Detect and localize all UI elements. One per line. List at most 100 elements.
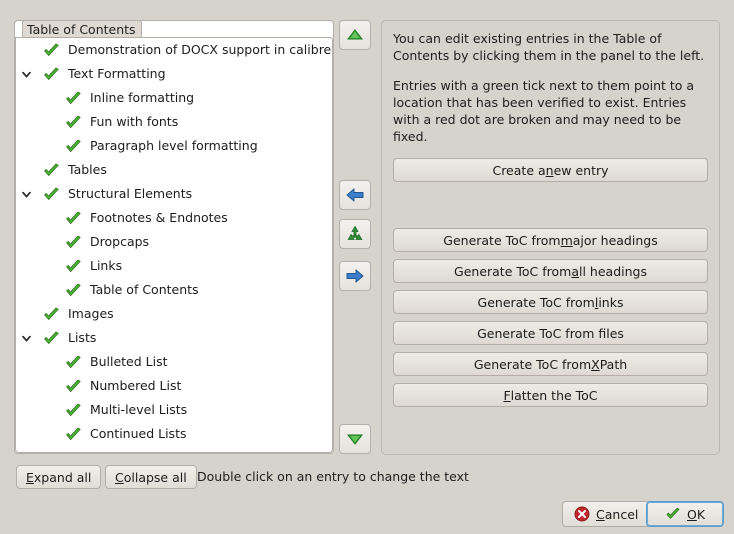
label-accel: a [571,264,579,279]
generate-toc-major-headings-button[interactable]: Generate ToC from major headings [393,228,708,252]
green-tick-icon [65,282,82,299]
green-tick-icon [65,354,82,371]
green-tick-icon [43,330,60,347]
move-up-button[interactable] [339,20,371,50]
toc-entry[interactable]: Structural Elements [16,182,332,206]
label-before: Create a [492,163,545,178]
toc-entry[interactable]: Bulleted List [16,350,332,374]
label-after: ollapse all [124,470,187,485]
green-tick-icon [43,162,60,179]
toc-entry[interactable]: Inline formatting [16,86,332,110]
toc-group-title: Table of Contents [22,20,142,37]
flatten-toc-button[interactable]: Flatten the ToC [393,383,708,407]
label-accel: X [591,357,600,372]
green-tick-icon [65,138,82,155]
green-tick-icon [65,210,82,227]
green-tick-icon [43,66,60,83]
toc-entry-label: Continued Lists [90,426,186,442]
move-left-button[interactable] [339,180,371,210]
generate-toc-files-button[interactable]: Generate ToC from files [393,321,708,345]
chevron-down-icon[interactable] [16,326,36,350]
green-tick-icon [65,378,82,395]
green-tick-icon [65,114,82,131]
toc-entry[interactable]: Multi-level Lists [16,398,332,422]
generate-toc-links-button[interactable]: Generate ToC from links [393,290,708,314]
toc-entry[interactable]: Images [16,302,332,326]
cancel-button[interactable]: Cancel [562,501,650,527]
label-after: xpand all [34,470,91,485]
toc-entry[interactable]: Fun with fonts [16,110,332,134]
remove-button[interactable] [339,219,371,249]
toc-entry[interactable]: Links [16,254,332,278]
toc-entry-label: Links [90,258,122,274]
create-new-entry-button[interactable]: Create a new entry [393,158,708,182]
toc-entry-label: Images [68,306,114,322]
generate-toc-xpath-button[interactable]: Generate ToC from XPath [393,352,708,376]
label-before: Generate ToC from [454,264,571,279]
label-accel: C [115,470,124,485]
toc-toolbar [339,20,371,454]
move-right-button[interactable] [339,261,371,291]
ok-button[interactable]: OK [646,501,724,527]
help-text: You can edit existing entries in the Tab… [393,30,708,145]
label-before: Generate ToC from [474,357,591,372]
label-after: ew entry [554,163,609,178]
toc-entry-label: Tables [68,162,107,178]
toc-entry[interactable]: Table of Contents [16,278,332,302]
label-accel: O [687,507,697,522]
help-paragraph-2: Entries with a green tick next to them p… [393,77,708,145]
label-after: ancel [605,507,639,522]
toc-entry-label: Multi-level Lists [90,402,187,418]
green-tick-icon [43,186,60,203]
checkmark-icon [665,506,681,522]
label-after: ajor headings [573,233,658,248]
toc-entry[interactable]: Numbered List [16,374,332,398]
label-after: inks [598,295,623,310]
toc-entry[interactable]: Paragraph level formatting [16,134,332,158]
green-tick-icon [65,402,82,419]
label-accel: n [546,163,554,178]
cancel-label: Cancel [596,507,638,522]
toc-entry[interactable]: Demonstration of DOCX support in calibre [16,38,332,62]
label-after: ll headings [579,264,647,279]
toc-entry-label: Demonstration of DOCX support in calibre [68,42,331,58]
label-accel: C [596,507,605,522]
toc-tree[interactable]: Demonstration of DOCX support in calibre… [15,37,333,453]
chevron-down-icon[interactable] [16,182,36,206]
toc-entry-label: Table of Contents [90,282,199,298]
toc-entry[interactable]: Footnotes & Endnotes [16,206,332,230]
help-paragraph-1: You can edit existing entries in the Tab… [393,30,708,64]
toc-entry[interactable]: Tables [16,158,332,182]
toc-entry-label: Structural Elements [68,186,192,202]
toc-entry-label: Numbered List [90,378,181,394]
toc-entry[interactable]: Continued Lists [16,422,332,446]
label-before: Generate ToC from [443,233,560,248]
cancel-icon [574,506,590,522]
toc-entry-label: Lists [68,330,96,346]
label-after: Path [600,357,627,372]
generate-toc-all-headings-button[interactable]: Generate ToC from all headings [393,259,708,283]
label-accel: F [503,388,510,403]
label-accel: E [26,470,34,485]
toc-entry-label: Fun with fonts [90,114,178,130]
move-down-button[interactable] [339,424,371,454]
toc-entry-label: Bulleted List [90,354,167,370]
hint-text: Double click on an entry to change the t… [197,465,469,489]
label-before: Generate ToC from [478,295,595,310]
label-after: latten the ToC [511,388,598,403]
toc-entry[interactable]: Lists [16,326,332,350]
chevron-down-icon[interactable] [16,62,36,86]
collapse-all-button[interactable]: Collapse all [105,465,197,489]
toc-entry[interactable]: Dropcaps [16,230,332,254]
label-before: Generate ToC from files [477,326,624,341]
green-tick-icon [43,306,60,323]
label-after: K [697,507,705,522]
green-tick-icon [65,234,82,251]
ok-label: OK [687,507,705,522]
toc-entry-label: Dropcaps [90,234,149,250]
toc-entry-label: Footnotes & Endnotes [90,210,228,226]
toc-actions-panel: You can edit existing entries in the Tab… [381,20,720,455]
green-tick-icon [65,426,82,443]
toc-entry[interactable]: Text Formatting [16,62,332,86]
expand-all-button[interactable]: Expand all [16,465,101,489]
